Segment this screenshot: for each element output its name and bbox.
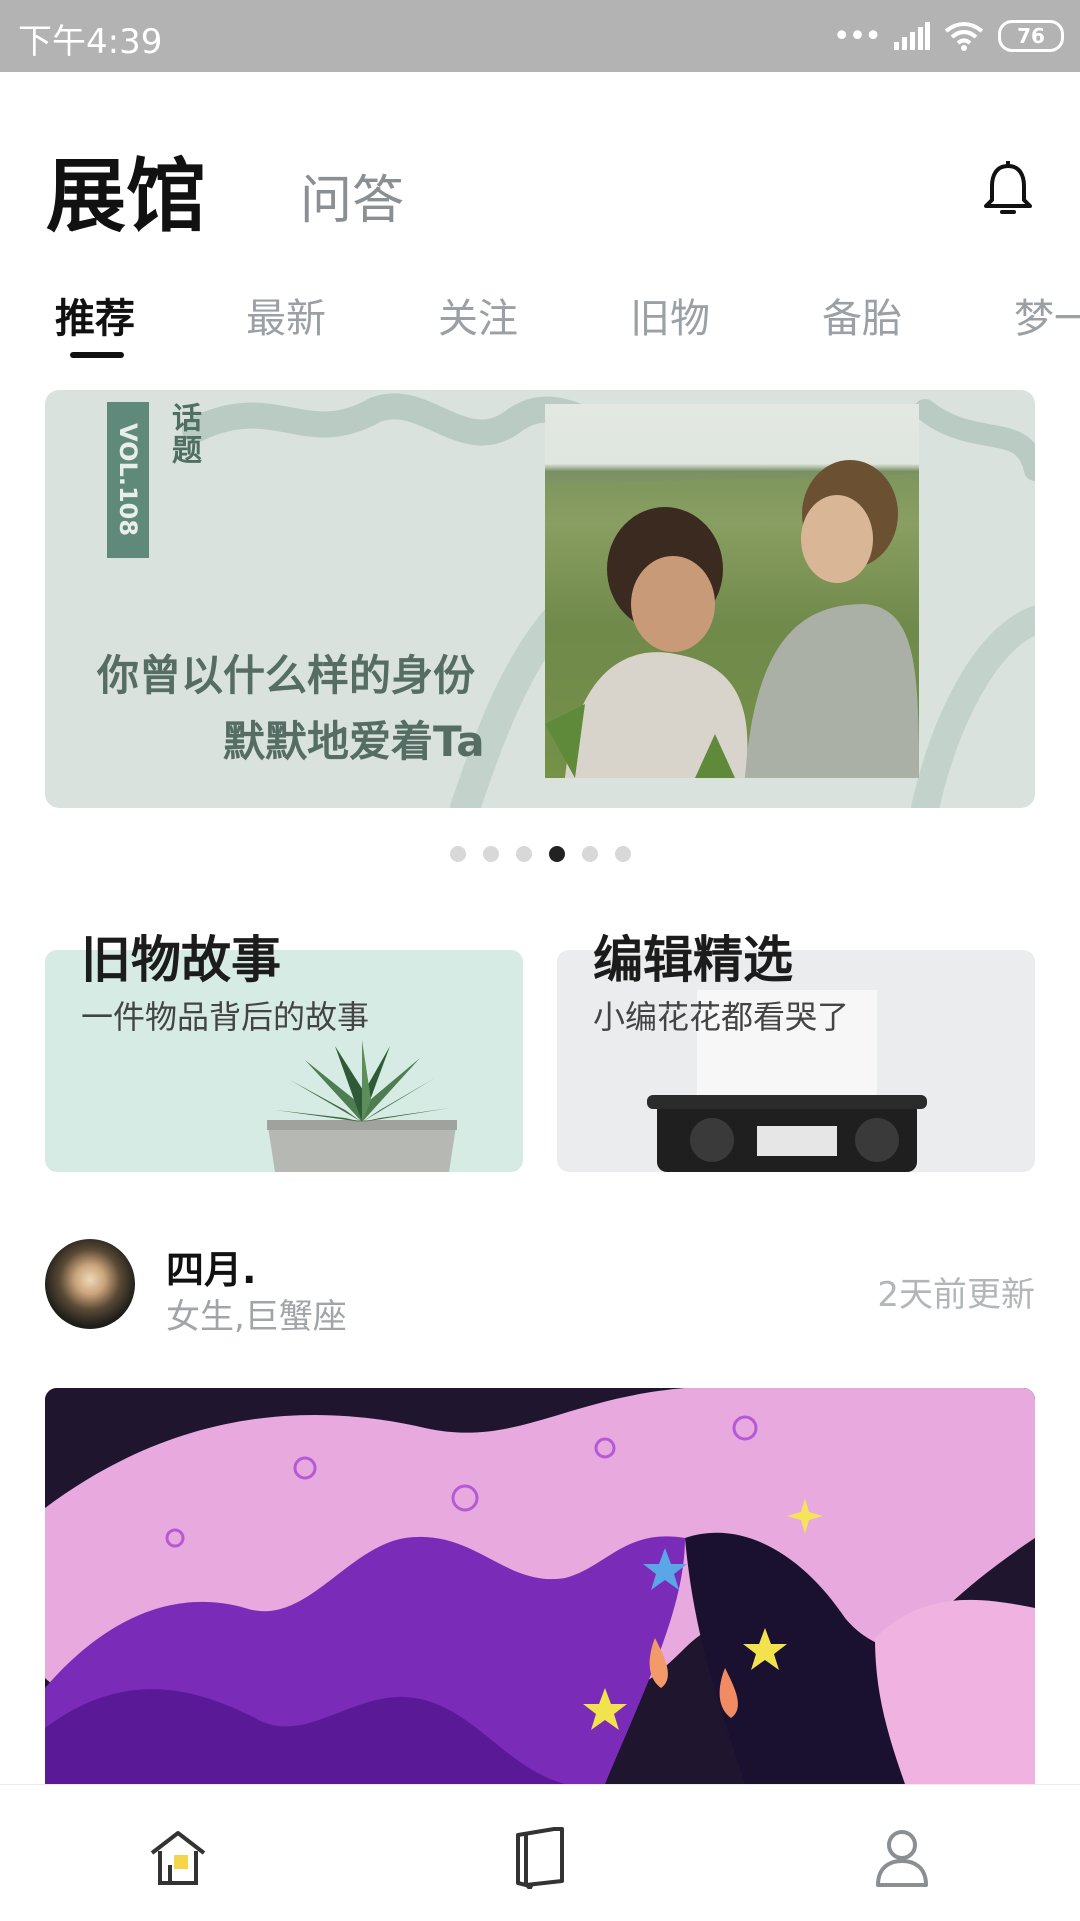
pager-dot[interactable]	[450, 846, 466, 862]
feature-editor-picks-subtitle: 小编花花都看哭了	[593, 998, 850, 1036]
category-tabs: 推荐 最新 关注 旧物 备胎 梦一	[0, 280, 1080, 360]
post-artwork-image[interactable]	[45, 1388, 1035, 1784]
author-name: 四月.	[166, 1248, 257, 1292]
pager-dot[interactable]	[582, 846, 598, 862]
banner-photo	[545, 404, 919, 778]
author-info: 女生,巨蟹座	[166, 1297, 347, 1337]
pager-dot[interactable]	[483, 846, 499, 862]
notebook-icon[interactable]	[508, 1825, 572, 1889]
status-bar: 下午4:39 ••• 76	[0, 0, 1080, 72]
status-icons: ••• 76	[833, 16, 1064, 56]
topic-tag: 话题	[166, 402, 201, 466]
banner-photo-people	[545, 460, 919, 778]
bell-icon[interactable]	[980, 160, 1036, 220]
pager-dot-active[interactable]	[549, 846, 565, 862]
feature-editor-picks-title: 编辑精选	[593, 931, 793, 989]
avatar[interactable]	[45, 1239, 135, 1329]
pager-dot[interactable]	[615, 846, 631, 862]
tab-exhibition[interactable]: 展馆	[46, 132, 206, 248]
pager-dot[interactable]	[516, 846, 532, 862]
tab-spare-tire[interactable]: 备胎	[822, 286, 902, 344]
volume-label: VOL.108	[107, 402, 149, 558]
feature-old-stories-subtitle: 一件物品背后的故事	[81, 998, 370, 1036]
battery-icon: 76	[998, 20, 1064, 52]
active-tab-indicator	[70, 352, 124, 358]
more-dots-icon: •••	[832, 18, 882, 54]
banner-pager	[450, 846, 631, 862]
page-header: 展馆 问答	[0, 72, 1080, 262]
tab-following[interactable]: 关注	[438, 286, 518, 344]
tab-dream[interactable]: 梦一	[1014, 286, 1080, 344]
tab-recommend[interactable]: 推荐	[55, 286, 135, 344]
feature-old-stories-title: 旧物故事	[81, 931, 281, 989]
status-time: 下午4:39	[18, 22, 163, 62]
home-icon[interactable]	[146, 1825, 210, 1889]
bottom-navigation	[0, 1784, 1080, 1921]
post-updated-time: 2天前更新	[877, 1275, 1035, 1315]
tab-latest[interactable]: 最新	[246, 286, 326, 344]
tab-qa[interactable]: 问答	[300, 158, 404, 233]
wifi-icon	[944, 22, 984, 51]
signal-icon	[894, 22, 930, 50]
feature-old-stories[interactable]: 旧物故事 一件物品背后的故事	[45, 920, 523, 1172]
tab-old-things[interactable]: 旧物	[630, 286, 710, 344]
artwork-wave-illustration	[45, 1388, 1035, 1784]
battery-level: 76	[1017, 24, 1045, 48]
banner-headline-line1: 你曾以什么样的身份	[97, 651, 476, 700]
banner-headline-line2: 默默地爱着Ta	[223, 717, 485, 766]
profile-icon[interactable]	[870, 1825, 934, 1889]
topic-banner[interactable]: VOL.108 话题 你曾以什么样的身份 默默地爱着Ta	[45, 390, 1035, 808]
feature-editor-picks[interactable]: 编辑精选 小编花花都看哭了	[557, 920, 1035, 1172]
post-author-row[interactable]: 四月. 女生,巨蟹座 2天前更新	[0, 1235, 1080, 1337]
